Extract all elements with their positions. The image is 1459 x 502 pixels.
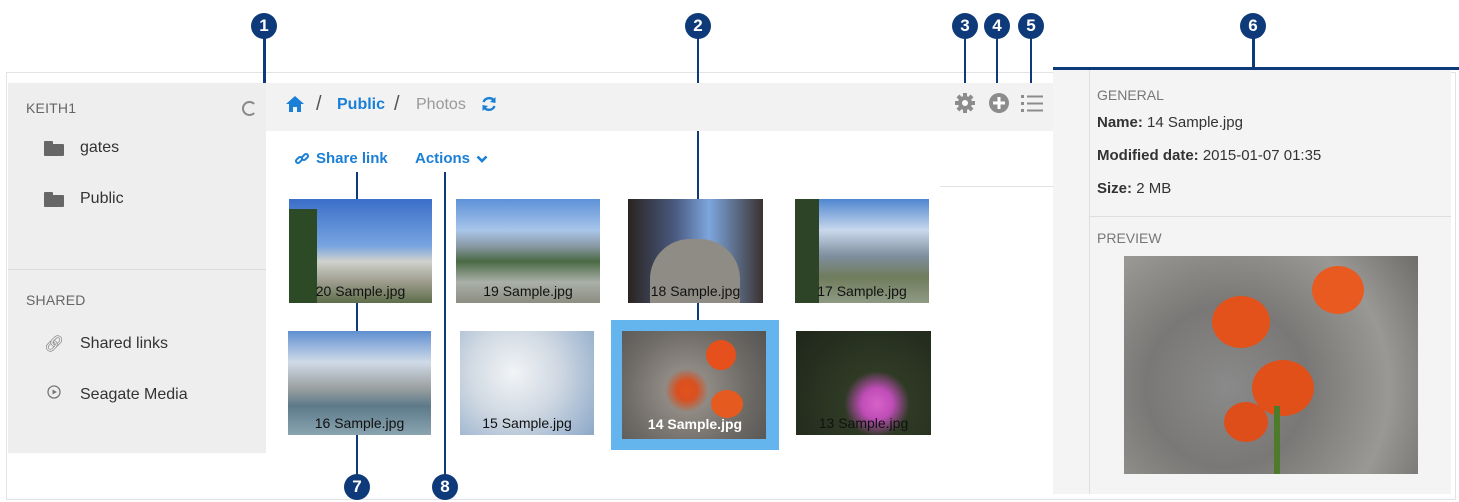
sidebar-item-gates[interactable]: gates	[44, 139, 119, 157]
home-icon[interactable]	[285, 95, 305, 113]
thumbnail-caption: 17 Sample.jpg	[817, 283, 907, 299]
thumbnail-18[interactable]: 18 Sample.jpg	[628, 199, 763, 303]
loading-spinner-icon	[242, 101, 257, 116]
chevron-down-icon	[476, 155, 488, 163]
sidebar-item-label: Shared links	[80, 335, 169, 352]
flower-shape	[1212, 296, 1270, 348]
breadcrumb-photos: Photos	[416, 96, 466, 113]
thumbnail-caption: 20 Sample.jpg	[315, 283, 406, 299]
sidebar-item-public[interactable]: Public	[44, 190, 124, 208]
detail-size: Size: 2 MB	[1097, 180, 1172, 197]
details-panel: GENERAL Name: 14 Sample.jpg Modified dat…	[1053, 70, 1451, 494]
breadcrumb-separator: /	[316, 93, 322, 115]
callout-6-line	[1252, 38, 1255, 68]
callout-6: 6	[1240, 13, 1266, 39]
callout-8: 8	[432, 474, 458, 500]
callout-7: 7	[344, 474, 370, 500]
thumbnail-caption: 16 Sample.jpg	[314, 415, 405, 431]
folder-icon	[44, 140, 64, 156]
thumbnail-caption: 13 Sample.jpg	[818, 415, 909, 431]
flower-shape	[706, 340, 736, 370]
thumbnail-19[interactable]: 19 Sample.jpg	[456, 199, 600, 303]
actions-dropdown[interactable]: Actions	[415, 150, 488, 167]
play-circle-icon	[44, 385, 64, 404]
preview-heading: PREVIEW	[1097, 230, 1162, 246]
sidebar-item-shared-links[interactable]: 🔗︎ Shared links	[44, 334, 168, 354]
link-icon	[294, 152, 310, 164]
link-icon: 🔗︎	[44, 336, 65, 353]
detail-modified-value: 2015-01-07 01:35	[1202, 147, 1322, 164]
callout-2: 2	[685, 13, 711, 39]
general-heading: GENERAL	[1097, 87, 1164, 103]
sidebar-item-seagate-media[interactable]: Seagate Media	[44, 385, 188, 404]
callout-5: 5	[1018, 13, 1044, 39]
callout-1: 1	[251, 13, 277, 39]
thumbnail-15[interactable]: 15 Sample.jpg	[460, 331, 594, 435]
stem-shape	[1274, 406, 1280, 474]
thumbnail-caption: 19 Sample.jpg	[483, 283, 573, 299]
thumbnail-13[interactable]: 13 Sample.jpg	[796, 331, 931, 435]
thumbnail-16[interactable]: 16 Sample.jpg	[288, 331, 431, 435]
flower-shape	[711, 390, 743, 418]
breadcrumb-public[interactable]: Public	[337, 96, 385, 114]
sidebar-divider	[8, 269, 266, 270]
detail-name-value: 14 Sample.jpg	[1147, 114, 1243, 131]
flower-shape	[1312, 266, 1364, 314]
thumbnail-caption: 15 Sample.jpg	[482, 415, 572, 431]
callout-3: 3	[952, 13, 978, 39]
sidebar-item-label: Seagate Media	[80, 385, 188, 403]
thumbnail-caption: 14 Sample.jpg	[647, 416, 743, 432]
gear-icon[interactable]	[954, 92, 976, 114]
folder-icon	[44, 191, 64, 207]
sidebar: KEITH1 gates Public SHARED 🔗︎ Shared lin…	[8, 83, 266, 453]
callout-8-line	[444, 172, 446, 476]
list-icon[interactable]	[1020, 92, 1044, 114]
plus-circle-icon[interactable]	[988, 92, 1010, 114]
detail-name: Name: 14 Sample.jpg	[1097, 114, 1243, 131]
thumbnail-caption: 18 Sample.jpg	[650, 283, 741, 299]
sidebar-item-label: Public	[80, 190, 124, 207]
share-link-button[interactable]: Share link	[294, 150, 388, 167]
breadcrumb-bar	[266, 83, 1108, 131]
callout-4: 4	[984, 13, 1010, 39]
thumbnail-20[interactable]: 20 Sample.jpg	[289, 199, 432, 303]
callout-1-line	[263, 38, 266, 84]
sidebar-item-label: gates	[80, 139, 120, 156]
preview-image	[1124, 256, 1418, 474]
panel-left-border	[1089, 70, 1090, 494]
share-link-label: Share link	[316, 150, 388, 167]
thumbnail-17[interactable]: 17 Sample.jpg	[795, 199, 929, 303]
actions-label: Actions	[415, 150, 471, 167]
detail-modified-date: Modified date: 2015-01-07 01:35	[1097, 147, 1322, 164]
panel-divider	[1089, 216, 1451, 217]
detail-size-value: 2 MB	[1136, 180, 1172, 197]
sidebar-account-label: KEITH1	[26, 100, 77, 116]
shared-heading: SHARED	[26, 292, 86, 308]
thumbnail-14-selected[interactable]: 14 Sample.jpg	[611, 320, 779, 450]
breadcrumb-separator: /	[394, 93, 400, 115]
flower-shape	[1224, 402, 1268, 442]
refresh-icon[interactable]	[480, 95, 498, 113]
